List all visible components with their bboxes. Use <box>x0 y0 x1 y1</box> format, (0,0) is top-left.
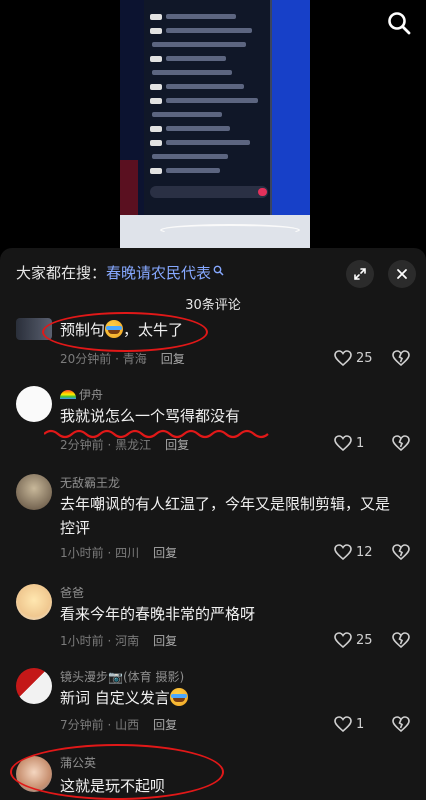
laugh-cry-emoji-icon <box>105 320 124 338</box>
like-button[interactable]: 1 <box>334 433 378 453</box>
expand-button[interactable] <box>346 260 374 288</box>
search-button[interactable] <box>386 10 412 36</box>
trending-search-bar[interactable]: 大家都在搜：春晚请农民代表 <box>16 262 224 284</box>
broken-heart-icon[interactable] <box>392 715 410 733</box>
comment-username[interactable]: 无敌霸王龙 <box>60 474 120 491</box>
avatar[interactable] <box>16 756 52 792</box>
broken-heart-icon[interactable] <box>392 631 410 649</box>
comment-count: 30条评论 <box>185 298 241 313</box>
comment-item: 伊舟 我就说怎么一个骂得都没有 2分钟前 · 黑龙江 回复 1 <box>0 386 426 458</box>
rainbow-icon <box>60 390 76 399</box>
broken-heart-icon[interactable] <box>392 543 410 561</box>
heart-icon <box>334 716 352 732</box>
reply-button[interactable]: 回复 <box>165 438 189 452</box>
livestream-chat-screen <box>144 0 272 215</box>
comment-meta: 20分钟前 · 青海 回复 <box>60 352 185 366</box>
trending-search-term[interactable]: 春晚请农民代表 <box>106 264 211 282</box>
like-count: 1 <box>356 435 365 451</box>
broken-heart-icon[interactable] <box>392 434 410 452</box>
avatar[interactable] <box>16 668 52 704</box>
laugh-cry-emoji-icon <box>169 688 188 706</box>
heart-icon <box>334 350 352 366</box>
reply-button[interactable]: 回复 <box>153 546 177 560</box>
comment-username[interactable]: 爸爸 <box>60 584 84 601</box>
comment-item: 镜头漫步📷(体育 摄影) 新词 自定义发言 7分钟前 · 山西 回复 1 <box>0 668 426 740</box>
like-count: 1 <box>356 716 365 732</box>
comment-username[interactable]: 镜头漫步📷(体育 摄影) <box>60 668 184 685</box>
comment-username[interactable]: 伊舟 <box>60 386 103 403</box>
like-button[interactable]: 1 <box>334 714 378 734</box>
comment-item: 爸爸 看来今年的春晚非常的严格呀 1小时前 · 河南 回复 25 <box>0 584 426 656</box>
search-icon <box>213 265 224 276</box>
heart-icon <box>334 632 352 648</box>
expand-icon <box>354 268 366 280</box>
search-icon <box>388 12 411 35</box>
comment-text: 预制句 ，太牛了 <box>60 320 184 339</box>
close-button[interactable] <box>388 260 416 288</box>
video-player[interactable] <box>0 0 426 250</box>
like-button[interactable]: 25 <box>334 630 378 650</box>
like-count: 25 <box>356 632 373 648</box>
avatar[interactable] <box>16 318 52 340</box>
comment-text: 这就是玩不起呗 <box>60 777 166 795</box>
reply-button[interactable]: 回复 <box>153 634 177 648</box>
close-icon <box>397 269 407 279</box>
comment-text: 新词 自定义发言 <box>60 686 396 710</box>
trending-search-prefix: 大家都在搜： <box>16 264 107 282</box>
heart-icon <box>334 435 352 451</box>
comment-username[interactable]: 蒲公英 <box>60 754 96 771</box>
comment-item: 无敌霸王龙 去年嘲讽的有人红温了，今年又是限制剪辑，又是控评 1小时前 · 四川… <box>0 474 426 566</box>
like-count: 12 <box>356 544 373 560</box>
comment-meta: 1小时前 · 河南 回复 <box>60 634 178 648</box>
avatar[interactable] <box>16 386 52 422</box>
reply-button[interactable]: 回复 <box>153 718 177 732</box>
like-button[interactable]: 12 <box>334 542 378 562</box>
heart-icon <box>334 544 352 560</box>
video-frame <box>120 0 310 250</box>
avatar[interactable] <box>16 474 52 510</box>
comment-meta: 2分钟前 · 黑龙江 回复 <box>60 438 190 452</box>
comment-meta: 1小时前 · 四川 回复 <box>60 546 178 560</box>
like-count: 25 <box>356 350 373 366</box>
comment-meta: 7分钟前 · 山西 回复 <box>60 718 178 732</box>
comment-text: 看来今年的春晚非常的严格呀 <box>60 605 256 623</box>
broken-heart-icon[interactable] <box>392 349 410 367</box>
avatar[interactable] <box>16 584 52 620</box>
comment-item: 蒲公英 这就是玩不起呗 <box>0 754 426 800</box>
comment-item: 预制句 ，太牛了 20分钟前 · 青海 回复 25 <box>0 318 426 374</box>
reply-button[interactable]: 回复 <box>161 352 185 366</box>
comment-text: 去年嘲讽的有人红温了，今年又是限制剪辑，又是控评 <box>60 495 391 537</box>
comment-text: 我就说怎么一个骂得都没有 <box>60 407 241 425</box>
like-button[interactable]: 25 <box>334 348 378 368</box>
comment-panel: 大家都在搜：春晚请农民代表 30条评论 预制句 ，太牛了 20分钟前 · 青海 回复… <box>0 248 426 800</box>
